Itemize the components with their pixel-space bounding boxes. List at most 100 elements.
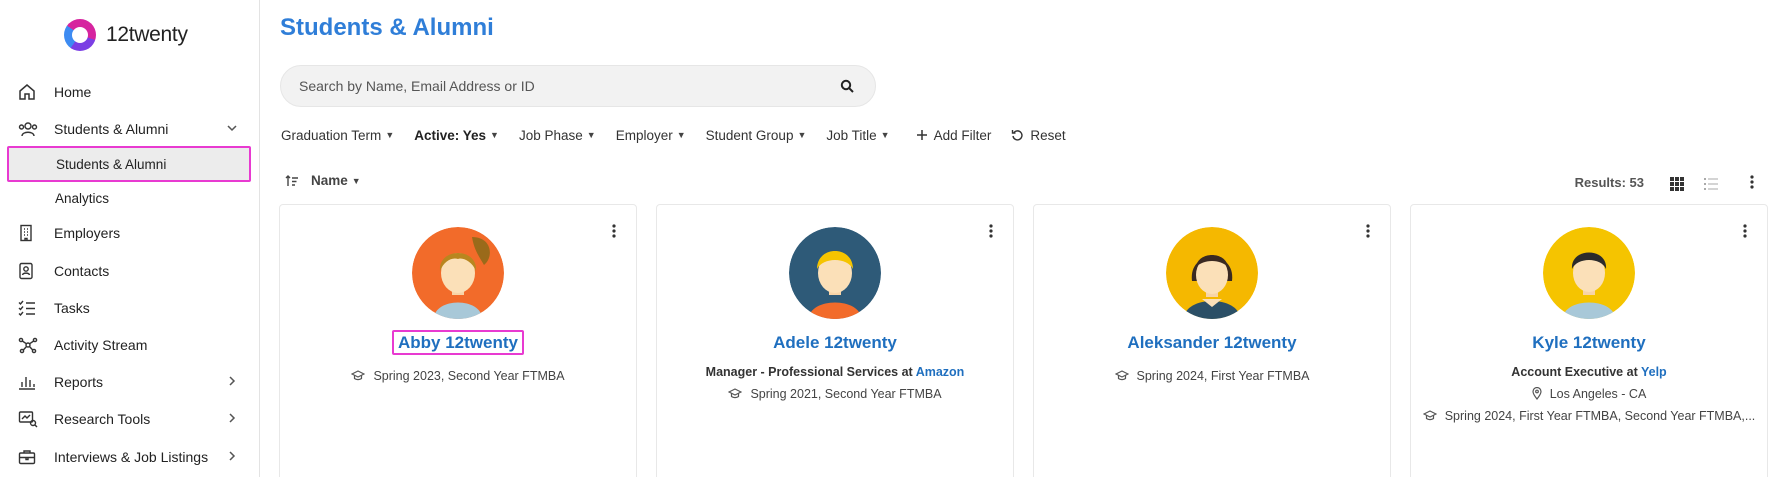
sidebar-subitem-label: Students & Alumni bbox=[56, 156, 167, 172]
chevron-down-icon[interactable] bbox=[226, 121, 250, 137]
sidebar-item-activity-stream[interactable]: Activity Stream bbox=[8, 328, 250, 362]
company-link[interactable]: Yelp bbox=[1641, 365, 1667, 379]
student-card[interactable]: Adele 12twenty Manager - Professional Se… bbox=[656, 204, 1014, 477]
graduation-cap-icon bbox=[351, 370, 366, 381]
sidebar: 12twenty Home Students & Alumni Students… bbox=[0, 0, 260, 477]
card-menu-icon[interactable] bbox=[1366, 223, 1370, 239]
caret-down-icon: ▼ bbox=[880, 130, 890, 140]
student-location: Los Angeles - CA bbox=[1421, 387, 1757, 401]
briefcase-icon bbox=[8, 449, 44, 465]
sidebar-item-home[interactable]: Home bbox=[8, 75, 250, 109]
sidebar-item-employers[interactable]: Employers bbox=[8, 216, 250, 250]
reset-button[interactable]: Reset bbox=[1011, 128, 1066, 143]
search-icon[interactable] bbox=[837, 79, 857, 93]
sidebar-item-label: Interviews & Job Listings bbox=[54, 449, 209, 465]
student-term: Spring 2023, Second Year FTMBA bbox=[373, 369, 565, 383]
student-name: Kyle 12twenty bbox=[1532, 333, 1646, 352]
caret-down-icon: ▼ bbox=[490, 130, 499, 140]
sort-label: Name bbox=[311, 173, 348, 188]
app-name: 12twenty bbox=[106, 23, 188, 46]
filter-employer[interactable]: Employer ▼ bbox=[616, 128, 686, 143]
student-name: Adele 12twenty bbox=[773, 333, 897, 352]
filter-student-group[interactable]: Student Group ▼ bbox=[706, 128, 807, 143]
filter-label: Graduation Term bbox=[281, 127, 382, 143]
role-text: Manager - Professional Services at bbox=[705, 365, 916, 379]
card-menu-icon[interactable] bbox=[612, 223, 616, 239]
filter-label: Employer bbox=[615, 127, 673, 143]
student-name: Abby 12twenty bbox=[392, 330, 524, 355]
filter-bar: Graduation Term ▼ Active: Yes ▼ Job Phase ▼… bbox=[281, 124, 1066, 146]
chevron-right-icon[interactable] bbox=[226, 411, 250, 427]
logo-icon bbox=[64, 19, 96, 51]
chevron-right-icon[interactable] bbox=[226, 374, 250, 390]
add-filter-label: Add Filter bbox=[933, 127, 992, 143]
filter-job-phase[interactable]: Job Phase ▼ bbox=[519, 128, 596, 143]
student-name-link[interactable]: Kyle 12twenty bbox=[1411, 333, 1767, 353]
student-program: Spring 2024, First Year FTMBA bbox=[1044, 369, 1380, 383]
grid-view-icon[interactable] bbox=[1670, 177, 1684, 191]
research-icon bbox=[8, 410, 44, 428]
student-card[interactable]: Aleksander 12twenty Spring 2024, First Y… bbox=[1033, 204, 1391, 477]
list-view-icon[interactable] bbox=[1704, 177, 1718, 191]
caret-down-icon: ▼ bbox=[797, 130, 807, 140]
student-name-link[interactable]: Abby 12twenty bbox=[280, 330, 636, 355]
sidebar-item-label: Research Tools bbox=[54, 411, 151, 427]
sidebar-item-students-alumni[interactable]: Students & Alumni bbox=[8, 112, 250, 146]
sort-icon[interactable] bbox=[285, 174, 299, 188]
student-program: Spring 2021, Second Year FTMBA bbox=[667, 387, 1003, 401]
avatar[interactable] bbox=[1543, 227, 1635, 319]
search-bar[interactable] bbox=[280, 65, 876, 107]
sidebar-item-reports[interactable]: Reports bbox=[8, 365, 250, 399]
contact-card-icon bbox=[8, 262, 44, 280]
checklist-icon bbox=[8, 300, 44, 316]
student-name: Aleksander 12twenty bbox=[1127, 333, 1297, 352]
company-link[interactable]: Amazon bbox=[916, 365, 965, 379]
filter-active[interactable]: Active: Yes ▼ bbox=[414, 128, 499, 143]
sidebar-item-contacts[interactable]: Contacts bbox=[8, 254, 250, 288]
chevron-right-icon[interactable] bbox=[226, 449, 250, 465]
caret-down-icon: ▼ bbox=[385, 130, 395, 140]
more-options-icon[interactable] bbox=[1750, 174, 1754, 190]
people-icon bbox=[8, 120, 44, 138]
sidebar-item-interviews-job-listings[interactable]: Interviews & Job Listings bbox=[8, 440, 250, 474]
sidebar-subitem-students-alumni[interactable]: Students & Alumni bbox=[7, 146, 251, 182]
student-card[interactable]: Kyle 12twenty Account Executive at Yelp … bbox=[1410, 204, 1768, 477]
sidebar-item-research-tools[interactable]: Research Tools bbox=[8, 402, 250, 436]
sort-bar: Name ▼ bbox=[285, 173, 361, 188]
sidebar-item-label: Activity Stream bbox=[54, 337, 148, 353]
student-name-link[interactable]: Aleksander 12twenty bbox=[1034, 333, 1390, 353]
student-card[interactable]: Abby 12twenty Spring 2023, Second Year F… bbox=[279, 204, 637, 477]
app-logo[interactable]: 12twenty bbox=[64, 18, 188, 52]
student-term: Spring 2021, Second Year FTMBA bbox=[750, 387, 942, 401]
filter-label: Student Group bbox=[705, 127, 794, 143]
plus-icon bbox=[916, 130, 927, 140]
caret-down-icon: ▼ bbox=[351, 175, 361, 186]
sidebar-item-label: Students & Alumni bbox=[54, 121, 169, 137]
sidebar-item-label: Employers bbox=[54, 225, 121, 241]
reset-icon bbox=[1012, 129, 1023, 141]
role-text: Account Executive at bbox=[1511, 365, 1641, 379]
sidebar-item-label: Reports bbox=[54, 374, 104, 390]
card-menu-icon[interactable] bbox=[989, 223, 993, 239]
card-menu-icon[interactable] bbox=[1743, 223, 1747, 239]
filter-label: Active: Yes bbox=[414, 127, 487, 143]
location-pin-icon bbox=[1532, 387, 1542, 400]
graduation-cap-icon bbox=[1422, 410, 1437, 421]
sidebar-subitem-analytics[interactable]: Analytics bbox=[8, 181, 250, 215]
sidebar-item-tasks[interactable]: Tasks bbox=[8, 291, 250, 325]
student-name-link[interactable]: Adele 12twenty bbox=[657, 333, 1013, 353]
results-count: Results: 53 bbox=[1574, 175, 1644, 190]
filter-graduation-term[interactable]: Graduation Term ▼ bbox=[281, 128, 394, 143]
add-filter-button[interactable]: Add Filter bbox=[916, 127, 992, 143]
sort-by-name[interactable]: Name ▼ bbox=[311, 173, 361, 188]
filter-job-title[interactable]: Job Title ▼ bbox=[826, 128, 889, 143]
student-term: Spring 2024, First Year FTMBA, Second Ye… bbox=[1444, 409, 1756, 423]
filter-label: Job Phase bbox=[518, 127, 583, 143]
building-icon bbox=[8, 224, 44, 242]
avatar[interactable] bbox=[1166, 227, 1258, 319]
avatar[interactable] bbox=[412, 227, 504, 319]
page-title: Students & Alumni bbox=[280, 14, 494, 41]
sidebar-item-label: Home bbox=[54, 84, 92, 100]
avatar[interactable] bbox=[789, 227, 881, 319]
search-input[interactable] bbox=[299, 78, 837, 94]
